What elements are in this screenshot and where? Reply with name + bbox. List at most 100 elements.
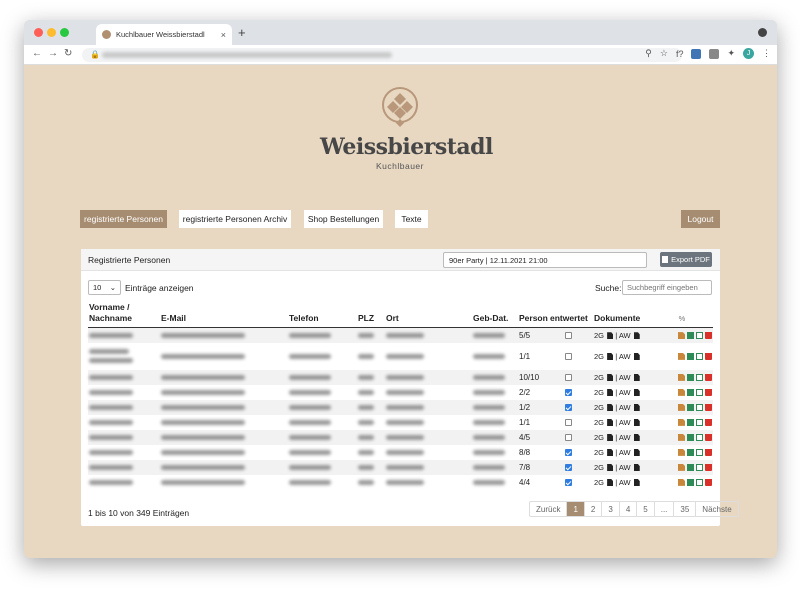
extension-icon[interactable] [691,48,702,59]
event-select[interactable]: 90er Party | 12.11.2021 21:00 [443,252,647,268]
doc-aw-label[interactable]: AW [619,388,631,397]
file-icon[interactable] [607,479,614,487]
browser-tab[interactable]: Kuchlbauer Weissbierstadl × [96,24,232,45]
devalued-checkbox[interactable] [565,463,572,471]
zoom-icon[interactable]: ⚲ [645,48,652,59]
file-icon[interactable] [633,374,640,382]
trash-icon[interactable] [705,463,712,471]
puzzle-icon[interactable]: ✦ [727,48,735,59]
file-icon[interactable] [633,479,640,487]
pdf-icon[interactable] [678,332,685,340]
avatar[interactable]: J [743,48,754,59]
doc-2g-label[interactable]: 2G [594,388,604,397]
pdf-icon[interactable] [678,463,685,471]
file-icon[interactable] [607,374,614,382]
mail-icon[interactable] [687,403,694,411]
extension-2-icon[interactable] [709,48,720,59]
col-city[interactable]: Ort [385,301,472,328]
address-bar[interactable]: 🔒 [82,48,682,62]
devalued-checkbox[interactable] [565,478,572,486]
page-5-button[interactable]: 5 [637,502,655,516]
trash-icon[interactable] [705,373,712,381]
mail-icon[interactable] [687,463,694,471]
pdf-icon[interactable] [678,388,685,396]
col-person[interactable]: Person [518,301,549,328]
export-pdf-button[interactable]: Export PDF [660,252,712,267]
doc-2g-label[interactable]: 2G [594,403,604,412]
pdf-icon[interactable] [678,352,685,360]
pdf-icon[interactable] [678,373,685,381]
bookmark-star-icon[interactable]: ☆ [660,48,668,59]
trash-icon[interactable] [705,403,712,411]
pdf-icon[interactable] [678,478,685,486]
file-icon[interactable] [633,419,640,427]
file-icon[interactable] [633,449,640,457]
pdf-icon[interactable] [678,448,685,456]
page-2-button[interactable]: 2 [585,502,603,516]
back-icon[interactable]: ← [32,48,42,59]
mail-icon[interactable] [687,478,694,486]
search-input[interactable] [622,280,712,295]
close-window-icon[interactable] [34,28,43,37]
reload-icon[interactable]: ↻ [64,48,72,59]
trash-icon[interactable] [705,388,712,396]
page-4-button[interactable]: 4 [620,502,638,516]
doc-aw-label[interactable]: AW [619,331,631,340]
page-prev-button[interactable]: Zurück [530,502,568,516]
doc-2g-label[interactable]: 2G [594,331,604,340]
trash-icon[interactable] [705,478,712,486]
doc-2g-label[interactable]: 2G [594,463,604,472]
col-documents[interactable]: Dokumente [593,301,651,328]
doc-aw-label[interactable]: AW [619,373,631,382]
devalued-checkbox[interactable] [565,403,572,411]
tab-close-icon[interactable]: × [221,30,226,40]
doc-2g-label[interactable]: 2G [594,373,604,382]
pdf-icon[interactable] [678,418,685,426]
file-icon[interactable] [607,332,614,340]
mail-icon[interactable] [687,373,694,381]
file-icon[interactable] [607,419,614,427]
nav-shop-orders[interactable]: Shop Bestellungen [304,210,383,228]
file-icon[interactable] [607,434,614,442]
edit-icon[interactable] [696,388,703,396]
doc-aw-label[interactable]: AW [619,478,631,487]
file-icon[interactable] [607,464,614,472]
doc-2g-label[interactable]: 2G [594,448,604,457]
edit-icon[interactable] [696,352,703,360]
file-icon[interactable] [633,464,640,472]
trash-icon[interactable] [705,448,712,456]
col-devalued[interactable]: entwertet [549,301,593,328]
mail-icon[interactable] [687,352,694,360]
mail-icon[interactable] [687,418,694,426]
file-icon[interactable] [633,332,640,340]
devalued-checkbox[interactable] [565,373,572,381]
file-icon[interactable] [607,404,614,412]
pdf-icon[interactable] [678,433,685,441]
mail-icon[interactable] [687,448,694,456]
file-icon[interactable] [607,389,614,397]
file-icon[interactable] [633,434,640,442]
devalued-checkbox[interactable] [565,418,572,426]
doc-2g-label[interactable]: 2G [594,352,604,361]
doc-aw-label[interactable]: AW [619,463,631,472]
col-zip[interactable]: PLZ [357,301,385,328]
logout-button[interactable]: Logout [681,210,720,228]
mail-icon[interactable] [687,433,694,441]
doc-aw-label[interactable]: AW [619,418,631,427]
doc-2g-label[interactable]: 2G [594,433,604,442]
edit-icon[interactable] [696,418,703,426]
edit-icon[interactable] [696,448,703,456]
col-phone[interactable]: Telefon [288,301,357,328]
forward-icon[interactable]: → [48,48,58,59]
doc-2g-label[interactable]: 2G [594,478,604,487]
devalued-checkbox[interactable] [565,352,572,360]
devalued-checkbox[interactable] [565,332,572,340]
nav-registered-archive[interactable]: registrierte Personen Archiv [179,210,291,228]
edit-icon[interactable] [696,463,703,471]
doc-aw-label[interactable]: AW [619,433,631,442]
nav-registered-persons[interactable]: registrierte Personen [80,210,167,228]
extension-f-icon[interactable]: f? [676,49,684,59]
mail-icon[interactable] [687,332,694,340]
edit-icon[interactable] [696,478,703,486]
page-1-button[interactable]: 1 [567,502,585,516]
